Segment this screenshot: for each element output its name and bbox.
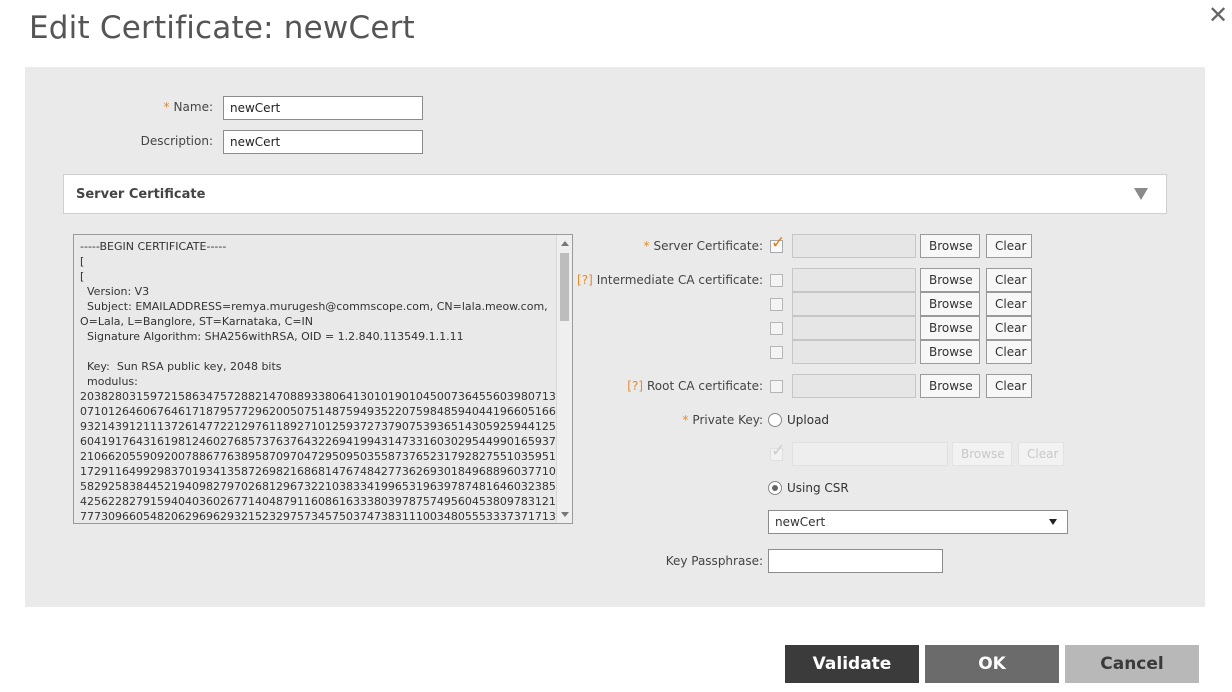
scroll-thumb[interactable] (560, 253, 569, 321)
intermediate-ca-label: Intermediate CA certificate: (596, 273, 763, 287)
scroll-down-icon[interactable] (561, 512, 569, 517)
upload-label: Upload (787, 413, 830, 427)
intermediate-ca-clear-button-3[interactable]: Clear (986, 316, 1032, 340)
intermediate-ca-browse-button-3[interactable]: Browse (920, 316, 980, 340)
private-key-file-field (792, 442, 948, 466)
private-key-label-wrap: * Private Key: (625, 413, 763, 427)
server-certificate-label-wrap: * Server Certificate: (585, 239, 763, 253)
csr-selected-value: newCert (775, 515, 826, 529)
certificate-textarea[interactable]: -----BEGIN CERTIFICATE----- [ [ Version:… (73, 234, 573, 524)
description-label: Description: (140, 134, 213, 148)
intermediate-ca-browse-button-1[interactable]: Browse (920, 268, 980, 292)
server-certificate-clear-button[interactable]: Clear (986, 234, 1032, 258)
required-mark: * (682, 413, 689, 427)
help-link[interactable]: [?] (627, 379, 643, 393)
intermediate-ca-file-field-3 (792, 316, 916, 340)
csr-select[interactable]: newCert (768, 510, 1068, 534)
name-input[interactable] (223, 96, 423, 120)
ok-button[interactable]: OK (925, 645, 1059, 683)
check-icon: ✓ (771, 441, 786, 461)
intermediate-ca-file-field-2 (792, 292, 916, 316)
edit-certificate-panel: *Name: Description: Server Certificate -… (25, 67, 1205, 607)
section-title: Server Certificate (76, 187, 206, 202)
validate-button[interactable]: Validate (785, 645, 919, 683)
cancel-button[interactable]: Cancel (1065, 645, 1199, 683)
name-label: Name: (173, 100, 213, 114)
server-certificate-browse-button[interactable]: Browse (920, 234, 980, 258)
name-label-wrap: * Name: (125, 100, 213, 114)
private-key-label: Private Key: (692, 413, 763, 427)
using-csr-radio[interactable] (768, 481, 782, 495)
private-key-clear-button[interactable]: Clear (1018, 442, 1064, 466)
help-link[interactable]: [?] (577, 273, 593, 287)
intermediate-ca-file-field-4 (792, 340, 916, 364)
server-certificate-label: Server Certificate: (653, 239, 763, 253)
intermediate-ca-clear-button-2[interactable]: Clear (986, 292, 1032, 316)
root-ca-file-field (792, 374, 916, 398)
private-key-checkbox[interactable]: ✓ (770, 443, 785, 461)
intermediate-ca-checkbox-3[interactable] (770, 322, 783, 335)
description-input[interactable] (223, 130, 423, 154)
key-passphrase-label: Key Passphrase: (665, 554, 763, 568)
certificate-content: -----BEGIN CERTIFICATE----- [ [ Version:… (80, 240, 556, 523)
intermediate-ca-checkbox-1[interactable] (770, 274, 783, 287)
required-mark: * (163, 100, 170, 114)
root-ca-label: Root CA certificate: (647, 379, 763, 393)
intermediate-ca-checkbox-2[interactable] (770, 298, 783, 311)
private-key-browse-button[interactable]: Browse (952, 442, 1012, 466)
root-ca-browse-button[interactable]: Browse (920, 374, 980, 398)
root-ca-checkbox[interactable] (770, 380, 783, 393)
check-icon: ✓ (771, 233, 786, 253)
intermediate-ca-clear-button-1[interactable]: Clear (986, 268, 1032, 292)
intermediate-ca-checkbox-4[interactable] (770, 346, 783, 359)
intermediate-ca-file-field-1 (792, 268, 916, 292)
required-mark: * (643, 239, 650, 253)
intermediate-ca-browse-button-2[interactable]: Browse (920, 292, 980, 316)
close-icon[interactable]: ✕ (1206, 2, 1230, 28)
key-passphrase-input[interactable] (768, 549, 943, 573)
intermediate-ca-browse-button-4[interactable]: Browse (920, 340, 980, 364)
intermediate-ca-label-wrap: [?] Intermediate CA certificate: (565, 273, 763, 287)
upload-radio[interactable] (768, 413, 782, 427)
using-csr-label: Using CSR (787, 481, 849, 495)
chevron-down-icon (1049, 519, 1057, 525)
dialog-title: Edit Certificate: newCert (29, 10, 415, 46)
root-ca-label-wrap: [?] Root CA certificate: (585, 379, 763, 393)
scroll-up-icon[interactable] (561, 241, 569, 246)
intermediate-ca-clear-button-4[interactable]: Clear (986, 340, 1032, 364)
server-certificate-checkbox[interactable]: ✓ (770, 235, 785, 253)
server-certificate-file-field (792, 234, 916, 258)
caret-down-icon[interactable] (1134, 188, 1148, 200)
server-certificate-section-header[interactable]: Server Certificate (63, 174, 1167, 214)
root-ca-clear-button[interactable]: Clear (986, 374, 1032, 398)
